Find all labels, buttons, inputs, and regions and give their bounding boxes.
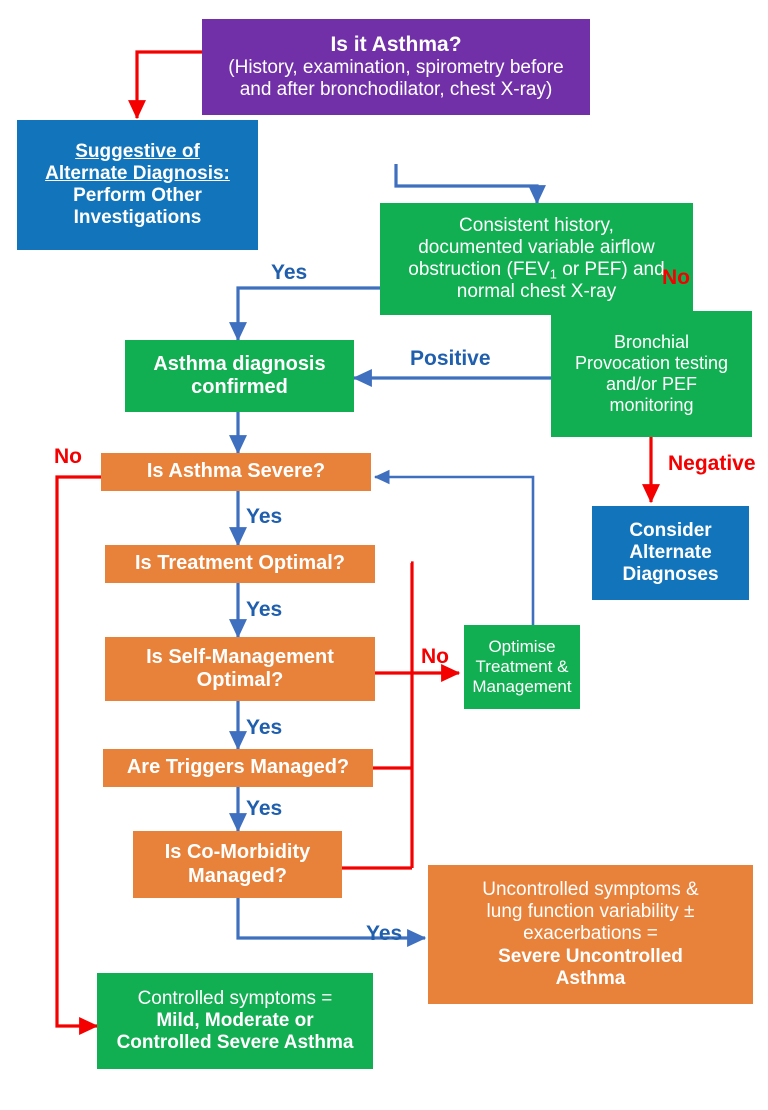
node-uncontrolled-symptoms[interactable]: Uncontrolled symptoms & lung function va…: [428, 865, 753, 1004]
node-bronchial-line3: and/or PEF: [605, 374, 698, 394]
node-suggestive-line3: Perform Other: [73, 185, 202, 206]
node-is-it-asthma-heading: Is it Asthma?: [330, 32, 462, 56]
node-optimise-line1: Optimise: [488, 637, 556, 657]
edge-label-yes-triggers: Yes: [246, 797, 283, 820]
node-consider-line3: Diagnoses: [622, 564, 719, 586]
node-is-treatment-optimal[interactable]: Is Treatment Optimal?: [105, 545, 375, 583]
node-optimise-line2: Treatment &: [475, 657, 569, 677]
node-uncontrolled-line1: Uncontrolled symptoms &: [482, 879, 699, 901]
edge-label-no-severe: No: [54, 445, 82, 468]
node-comorbidity-line2: Managed?: [188, 864, 287, 887]
edge-label-yes-selfmanagement: Yes: [246, 716, 283, 739]
node-asthma-diagnosis-confirmed[interactable]: Asthma diagnosis confirmed: [125, 340, 354, 412]
node-selfmgmt-line2: Optimal?: [196, 669, 284, 691]
node-controlled-symptoms[interactable]: Controlled symptoms = Mild, Moderate or …: [97, 973, 373, 1069]
edge-label-yes-treatment: Yes: [246, 598, 283, 621]
node-are-triggers-managed-label: Are Triggers Managed?: [126, 756, 350, 779]
node-consider-line1: Consider: [629, 519, 712, 541]
edge-label-no-diagnosis: No: [662, 266, 690, 289]
node-consistent-history[interactable]: Consistent history, documented variable …: [380, 203, 693, 315]
node-comorbidity-line1: Is Co-Morbidity: [164, 841, 311, 864]
fev-suffix: or PEF) and: [556, 258, 665, 280]
fev-prefix: obstruction (FEV: [408, 258, 550, 280]
node-is-it-asthma-line2: (History, examination, spirometry before: [228, 57, 564, 79]
node-is-treatment-optimal-label: Is Treatment Optimal?: [134, 552, 346, 575]
node-consider-alternate-diagnoses[interactable]: Consider Alternate Diagnoses: [592, 506, 749, 600]
node-consistent-line3: obstruction (FEV1 or PEF) and: [384, 259, 689, 282]
node-optimise-treatment-management[interactable]: Optimise Treatment & Management: [464, 625, 580, 709]
node-consistent-line2: documented variable airflow: [418, 236, 655, 258]
flowchart-canvas: Is it Asthma? (History, examination, spi…: [0, 0, 768, 1110]
node-uncontrolled-line2: lung function variability ±: [486, 901, 695, 923]
node-selfmgmt-line1: Is Self-Management: [146, 645, 334, 668]
node-confirmed-line1: Asthma diagnosis: [153, 352, 326, 375]
node-suggestive-line1: Suggestive of: [75, 140, 200, 162]
node-is-asthma-severe-label: Is Asthma Severe?: [146, 460, 326, 483]
node-bronchial-provocation[interactable]: Bronchial Provocation testing and/or PEF…: [551, 311, 752, 437]
node-bronchial-line4: monitoring: [609, 394, 694, 415]
node-is-asthma-severe[interactable]: Is Asthma Severe?: [101, 453, 371, 491]
edge-label-yes-severe: Yes: [246, 505, 283, 528]
node-bronchial-line1: Bronchial: [613, 332, 690, 353]
node-suggestive-line2: Alternate Diagnosis:: [45, 162, 230, 184]
edge-label-positive: Positive: [410, 347, 491, 370]
node-uncontrolled-line4: Severe Uncontrolled: [498, 945, 683, 967]
node-consider-line2: Alternate: [629, 541, 712, 563]
node-suggestive-alternate-diagnosis[interactable]: Suggestive of Alternate Diagnosis: Perfo…: [17, 120, 258, 250]
node-consistent-line4: normal chest X-ray: [456, 281, 617, 303]
edge-label-negative: Negative: [668, 452, 756, 475]
node-confirmed-line2: confirmed: [191, 376, 288, 398]
node-is-comorbidity-managed[interactable]: Is Co-Morbidity Managed?: [133, 831, 342, 898]
node-uncontrolled-line3: exacerbations =: [523, 923, 658, 945]
node-controlled-line1: Controlled symptoms =: [137, 987, 333, 1009]
node-controlled-line3: Controlled Severe Asthma: [116, 1032, 354, 1054]
node-is-self-management-optimal[interactable]: Is Self-Management Optimal?: [105, 637, 375, 701]
node-bronchial-line2: Provocation testing: [574, 353, 729, 374]
node-is-it-asthma[interactable]: Is it Asthma? (History, examination, spi…: [202, 19, 590, 115]
node-consistent-line1: Consistent history,: [459, 214, 614, 236]
edge-label-yes-diagnosis: Yes: [271, 261, 308, 284]
node-are-triggers-managed[interactable]: Are Triggers Managed?: [103, 749, 373, 787]
node-controlled-line2: Mild, Moderate or: [156, 1009, 314, 1031]
fev-subscript: 1: [549, 266, 557, 282]
edge-label-yes-comorbidity: Yes: [366, 922, 403, 945]
edge-label-no-optimise: No: [421, 645, 449, 668]
node-is-it-asthma-line3: and after bronchodilator, chest X-ray): [239, 79, 553, 101]
node-optimise-line3: Management: [472, 676, 572, 696]
node-uncontrolled-line5: Asthma: [555, 967, 626, 989]
node-suggestive-line4: Investigations: [73, 207, 202, 229]
